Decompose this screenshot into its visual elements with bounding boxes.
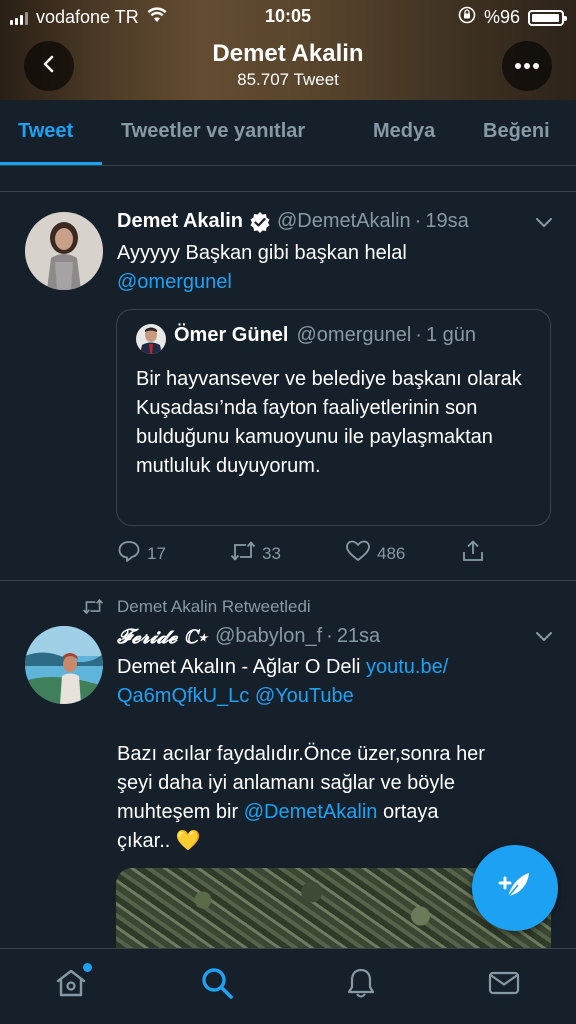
bottom-navigation bbox=[0, 948, 576, 1024]
quoted-tweet[interactable]: Ömer Günel @omergunel · 1 gün Bir hayvan… bbox=[116, 309, 551, 526]
tweet-line: Bazı acılar faydalıdır.Önce üzer,sonra h… bbox=[117, 743, 485, 765]
quote-avatar bbox=[136, 324, 166, 354]
separator: · bbox=[326, 624, 333, 647]
nav-row: Demet Akalin 85.707 Tweet bbox=[0, 34, 576, 100]
quote-handle: @omergunel bbox=[296, 324, 412, 346]
notifications-tab[interactable] bbox=[343, 967, 379, 1003]
reply-count: 17 bbox=[147, 543, 166, 563]
verified-badge-icon bbox=[249, 211, 271, 233]
messages-tab[interactable] bbox=[486, 967, 522, 1003]
more-button[interactable] bbox=[502, 41, 552, 91]
tweet-divider bbox=[0, 580, 576, 581]
retweet-count: 33 bbox=[262, 543, 281, 563]
tweet-line: Demet Akalın - Ağlar O Deli youtu.be/ bbox=[117, 653, 557, 682]
profile-tabs: Tweet Tweetler ve yanıtlar Medya Beğeni bbox=[0, 100, 576, 166]
author-handle[interactable]: @babylon_f bbox=[215, 625, 322, 648]
home-icon bbox=[54, 966, 88, 1005]
retweet-note[interactable]: Demet Akalin Retweetledi bbox=[117, 597, 311, 617]
quote-text: Bir hayvansever ve belediye başkanı olar… bbox=[136, 368, 522, 477]
reply-icon bbox=[117, 539, 141, 568]
orientation-lock-icon bbox=[458, 6, 476, 29]
quote-author-name: Ömer Günel bbox=[174, 324, 289, 346]
tweet-text: muhteşem bir bbox=[117, 801, 244, 823]
retweet-note-icon bbox=[82, 598, 104, 621]
tweet-mention[interactable]: @DemetAkalin bbox=[244, 801, 378, 823]
share-icon bbox=[461, 539, 485, 568]
tweet-line: şeyi daha iyi anlamanı sağlar ve böyle bbox=[117, 772, 455, 794]
tweet-mention[interactable]: @omergunel bbox=[117, 268, 547, 297]
chevron-down-icon[interactable] bbox=[534, 212, 554, 237]
profile-header: vodafone TR 10:05 %96 Demet Akalin 85.70… bbox=[0, 0, 576, 100]
author-name[interactable]: 𝓕𝓮𝓻𝓲𝓭𝓮 ℂ⋆ bbox=[117, 624, 207, 648]
chevron-down-icon[interactable] bbox=[534, 626, 554, 651]
tweet-count: 85.707 Tweet bbox=[237, 70, 339, 89]
tweet-link[interactable]: youtu.be/ bbox=[366, 656, 448, 678]
tweet-link[interactable]: Qa6mQfkU_Lc bbox=[117, 685, 249, 707]
tab-tweets-and-replies[interactable]: Tweetler ve yanıtlar bbox=[121, 120, 305, 143]
like-button[interactable]: 486 bbox=[345, 539, 405, 568]
battery-icon bbox=[528, 9, 567, 26]
tweet-time: 19sa bbox=[425, 210, 469, 232]
tab-media[interactable]: Medya bbox=[373, 120, 435, 143]
share-button[interactable] bbox=[461, 539, 485, 568]
avatar[interactable] bbox=[25, 212, 103, 290]
tweet-time: 21sa bbox=[336, 624, 381, 647]
active-tab-indicator bbox=[0, 162, 102, 165]
battery-percent: %96 bbox=[483, 7, 520, 27]
heart-icon bbox=[345, 539, 371, 568]
tweet-text: Demet Akalın - Ağlar O Deli bbox=[117, 656, 366, 678]
tweet-mention[interactable]: @YouTube bbox=[255, 685, 354, 707]
tab-tweet[interactable]: Tweet bbox=[18, 120, 73, 143]
tab-likes[interactable]: Beğeni bbox=[483, 120, 550, 143]
separator: · bbox=[414, 210, 422, 232]
reply-button[interactable]: 17 bbox=[117, 539, 166, 568]
status-right: %96 bbox=[458, 6, 567, 29]
author-handle[interactable]: @DemetAkalin bbox=[277, 210, 411, 233]
compose-tweet-button[interactable] bbox=[472, 845, 558, 931]
mail-icon bbox=[487, 966, 521, 1005]
more-dots-icon bbox=[514, 57, 540, 75]
separator: · bbox=[415, 324, 422, 346]
notification-dot bbox=[83, 963, 92, 972]
tweet-body: Demet Akalın - Ağlar O Deli youtu.be/ Qa… bbox=[117, 653, 557, 856]
search-tab[interactable] bbox=[199, 967, 235, 1003]
tweet-body: Ayyyyy Başkan gibi başkan helal @omergun… bbox=[117, 239, 547, 297]
compose-tweet-icon bbox=[495, 866, 535, 911]
tweet-line: muhteşem bir @DemetAkalin ortaya bbox=[117, 798, 557, 827]
retweet-icon bbox=[230, 539, 256, 568]
like-count: 486 bbox=[377, 543, 406, 563]
tweet-header: Demet Akalin @DemetAkalin · 19sa bbox=[117, 210, 469, 233]
author-name[interactable]: Demet Akalin bbox=[117, 210, 243, 233]
quote-time: 1 gün bbox=[425, 324, 477, 346]
retweet-button[interactable]: 33 bbox=[230, 539, 281, 568]
tweet-text: Ayyyyy Başkan gibi başkan helal bbox=[117, 242, 407, 264]
tweet-line: Qa6mQfkU_Lc @YouTube bbox=[117, 682, 557, 711]
status-bar: vodafone TR 10:05 %96 bbox=[0, 0, 576, 34]
profile-name: Demet Akalin bbox=[212, 40, 364, 67]
section-divider bbox=[0, 178, 576, 192]
search-icon bbox=[200, 966, 234, 1005]
home-tab[interactable] bbox=[53, 963, 92, 1005]
tweet-text: ortaya bbox=[377, 801, 439, 823]
quote-header: Ömer Günel @omergunel · 1 gün bbox=[174, 324, 476, 347]
battery-fill bbox=[532, 13, 559, 22]
tweet-header: 𝓕𝓮𝓻𝓲𝓭𝓮 ℂ⋆ @babylon_f · 21sa bbox=[117, 624, 380, 648]
avatar[interactable] bbox=[25, 626, 103, 704]
title-block: Demet Akalin 85.707 Tweet bbox=[0, 40, 576, 90]
bell-icon bbox=[344, 966, 378, 1005]
